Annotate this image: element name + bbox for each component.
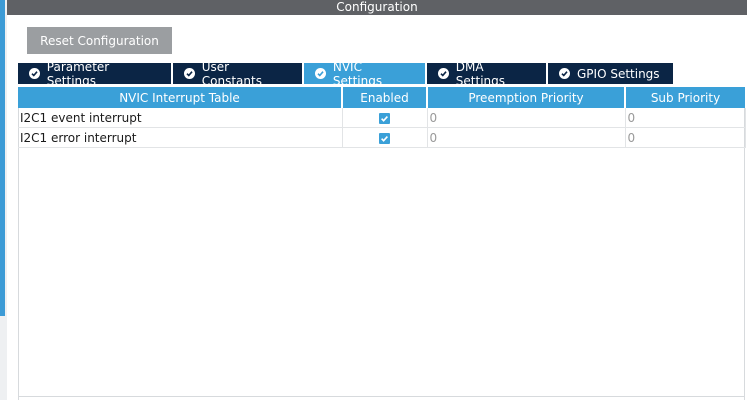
tab-label: NVIC Settings [332, 59, 383, 88]
enabled-cell [342, 108, 428, 128]
check-circle-icon [559, 68, 570, 79]
tab-label: GPIO Settings [577, 66, 660, 81]
checkmark-icon [381, 115, 388, 122]
column-header-enabled[interactable]: Enabled [342, 87, 428, 108]
sub-priority-cell[interactable]: 0 [625, 108, 746, 128]
table-row[interactable]: I2C1 error interrupt 0 0 [18, 127, 746, 148]
reset-configuration-label: Reset Configuration [40, 33, 159, 48]
table-bottom-border [18, 396, 745, 397]
enabled-checkbox[interactable] [379, 112, 390, 124]
checkmark-icon [381, 135, 388, 142]
column-header-sub-priority[interactable]: Sub Priority [625, 87, 745, 108]
table-row[interactable]: I2C1 event interrupt 0 0 [18, 108, 746, 128]
left-panel-edge [0, 0, 7, 400]
sub-priority-cell[interactable]: 0 [625, 127, 746, 148]
enabled-cell [342, 127, 428, 148]
check-circle-icon [315, 68, 326, 79]
tab-label: Parameter Settings [46, 59, 110, 88]
check-circle-icon [438, 68, 449, 79]
panel-title: Configuration [336, 0, 418, 14]
nvic-table-container: NVIC Interrupt Table Enabled Preemption … [18, 87, 746, 400]
tab-dma-settings[interactable]: DMA Settings [427, 60, 546, 88]
check-circle-icon [29, 68, 40, 79]
tab-parameter-settings[interactable]: Parameter Settings [18, 60, 171, 88]
table-header-row: NVIC Interrupt Table Enabled Preemption … [18, 87, 745, 108]
interrupt-name-cell: I2C1 event interrupt [18, 108, 343, 128]
tab-label: DMA Settings [455, 59, 505, 88]
column-header-interrupt[interactable]: NVIC Interrupt Table [18, 87, 343, 108]
tab-user-constants[interactable]: User Constants [173, 60, 302, 88]
interrupt-name-cell: I2C1 error interrupt [18, 127, 343, 148]
left-scrollbar[interactable] [0, 0, 5, 316]
panel-title-bar: Configuration [7, 0, 747, 15]
preemption-priority-cell[interactable]: 0 [427, 127, 626, 148]
settings-tabs: Parameter Settings User Constants NVIC S… [18, 60, 675, 88]
column-header-preemption-priority[interactable]: Preemption Priority [427, 87, 626, 108]
tab-label: User Constants [201, 59, 262, 88]
enabled-checkbox[interactable] [379, 132, 390, 144]
preemption-priority-cell[interactable]: 0 [427, 108, 626, 128]
reset-configuration-button[interactable]: Reset Configuration [27, 27, 172, 54]
nvic-interrupt-table: NVIC Interrupt Table Enabled Preemption … [18, 87, 746, 148]
tab-nvic-settings[interactable]: NVIC Settings [304, 60, 425, 88]
check-circle-icon [184, 68, 195, 79]
tab-gpio-settings[interactable]: GPIO Settings [548, 63, 673, 84]
